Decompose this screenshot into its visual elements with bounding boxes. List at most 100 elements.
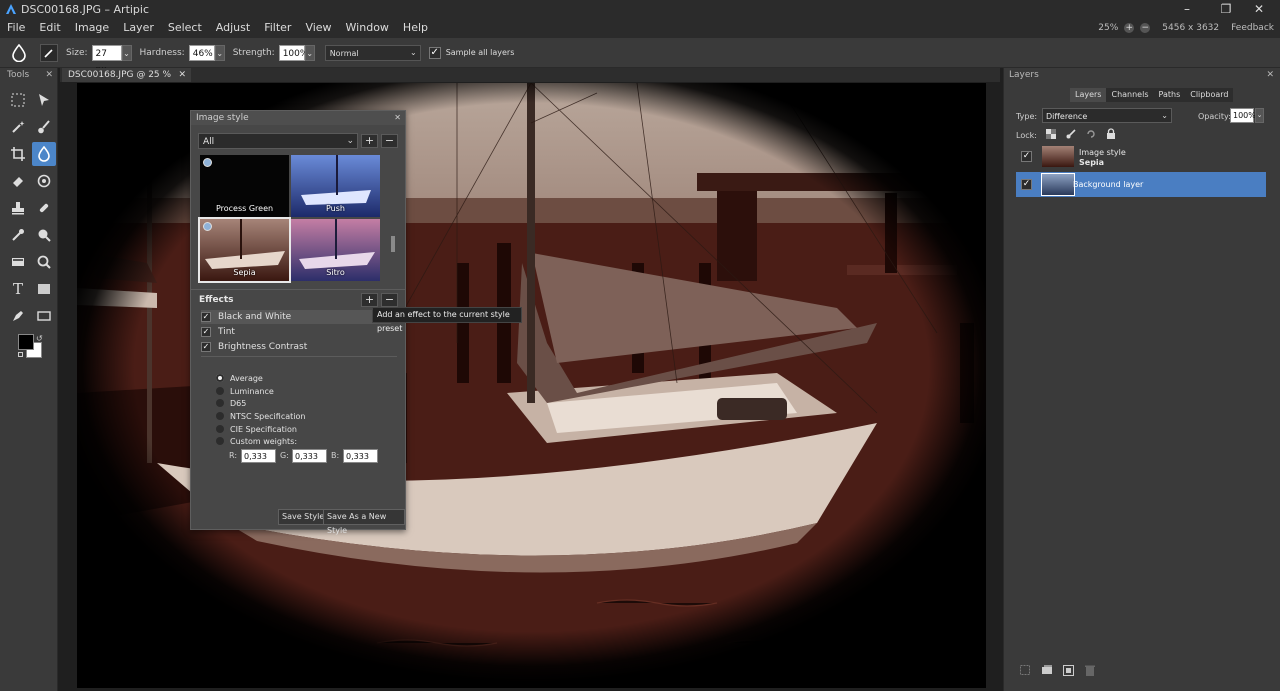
eraser-tool[interactable] <box>6 169 30 193</box>
shape-fill-tool[interactable] <box>32 277 56 301</box>
menu-file[interactable]: File <box>0 18 32 38</box>
add-style-button[interactable]: + <box>361 134 378 148</box>
radio-cie[interactable]: CIE Specification <box>216 423 297 435</box>
effect-checkbox[interactable]: ✓ <box>201 327 211 337</box>
effect-checkbox[interactable]: ✓ <box>201 342 211 352</box>
weight-b-input[interactable]: 0,333 <box>343 449 378 463</box>
minimize-button[interactable]: – <box>1172 0 1202 18</box>
radio-luminance[interactable]: Luminance <box>216 385 274 397</box>
marquee-select-tool[interactable] <box>6 88 30 112</box>
opacity-input[interactable]: 100% <box>1230 108 1256 123</box>
crop-tool[interactable] <box>6 142 30 166</box>
blur-tool[interactable] <box>32 142 56 166</box>
effect-tint[interactable]: ✓ Tint <box>201 325 391 339</box>
move-tool[interactable] <box>32 88 56 112</box>
panel-close-icon[interactable]: ✕ <box>394 111 401 125</box>
delete-layer-icon[interactable] <box>1083 663 1097 677</box>
size-input[interactable]: 27 px <box>91 44 122 75</box>
preset-push[interactable]: Push <box>291 155 380 217</box>
effect-label: Black and White <box>218 312 292 322</box>
preset-process-green[interactable]: Process Green <box>200 155 289 217</box>
layer-row-background[interactable]: ✓ Background layer <box>1016 172 1266 197</box>
sample-all-checkbox[interactable]: ✓ <box>428 46 441 59</box>
gradient-tool[interactable] <box>6 250 30 274</box>
effect-checkbox[interactable]: ✓ <box>201 312 211 322</box>
remove-effect-button[interactable]: − <box>381 293 398 307</box>
feedback-link[interactable]: Feedback <box>1231 23 1274 33</box>
document-tab[interactable]: DSC00168.JPG @ 25 % ✕ <box>62 68 192 82</box>
healing-tool[interactable] <box>32 196 56 220</box>
size-dropdown-icon[interactable]: ⌄ <box>121 44 132 61</box>
save-style-button[interactable]: Save Style <box>278 509 329 525</box>
tab-paths[interactable]: Paths <box>1154 88 1186 102</box>
menu-image[interactable]: Image <box>68 18 116 38</box>
menu-filter[interactable]: Filter <box>257 18 298 38</box>
magic-wand-tool[interactable] <box>6 115 30 139</box>
close-tab-icon[interactable]: ✕ <box>179 68 187 82</box>
blend-mode-select[interactable]: Normal ⌄ <box>324 44 421 61</box>
radio-custom-weights[interactable]: Custom weights: <box>216 435 297 447</box>
presets-scrollbar[interactable] <box>391 236 395 252</box>
new-layer-icon[interactable] <box>1040 663 1054 677</box>
close-button[interactable]: ✕ <box>1244 0 1274 18</box>
lock-all-icon[interactable] <box>1106 128 1116 142</box>
effect-black-and-white[interactable]: ✓ Black and White <box>201 310 391 324</box>
lock-pixels-icon[interactable] <box>1066 129 1076 142</box>
panel-close-icon[interactable]: ✕ <box>1266 68 1274 82</box>
tab-channels[interactable]: Channels <box>1106 88 1153 102</box>
panel-close-icon[interactable]: ✕ <box>45 68 53 82</box>
radio-label: Luminance <box>230 386 274 396</box>
radio-average[interactable]: Average <box>216 372 263 384</box>
strength-dropdown-icon[interactable]: ⌄ <box>304 44 315 61</box>
foreground-color-swatch[interactable] <box>18 334 34 350</box>
weight-b-label: B: <box>331 451 340 460</box>
opacity-dropdown-icon[interactable]: ⌄ <box>1255 108 1264 123</box>
brush-tool[interactable] <box>32 115 56 139</box>
category-select[interactable]: All ⌄ <box>198 133 358 149</box>
swap-colors-icon[interactable]: ↺ <box>36 334 43 343</box>
add-effect-button[interactable]: + <box>361 293 378 307</box>
remove-style-button[interactable]: − <box>381 134 398 148</box>
tab-clipboard[interactable]: Clipboard <box>1185 88 1233 102</box>
preset-sitro[interactable]: Sitro <box>291 219 380 281</box>
eyedropper-tool[interactable] <box>6 223 30 247</box>
layer-visibility-checkbox[interactable]: ✓ <box>1021 179 1032 190</box>
zoom-lens-tool[interactable] <box>32 223 56 247</box>
save-as-new-style-button[interactable]: Save As a New Style <box>323 509 405 535</box>
layer-mask-icon[interactable] <box>1061 663 1075 677</box>
radio-d65[interactable]: D65 <box>216 397 246 409</box>
lock-position-icon[interactable] <box>1086 129 1096 142</box>
reset-colors-icon[interactable] <box>18 352 23 357</box>
hardness-input[interactable]: 46% <box>188 44 215 61</box>
layer-row-image-style[interactable]: ✓ Image style Sepia <box>1016 144 1266 169</box>
zoom-out-button[interactable]: − <box>1140 23 1151 33</box>
tab-layers[interactable]: Layers <box>1070 88 1107 102</box>
weight-r-input[interactable]: 0,333 <box>241 449 276 463</box>
menu-layer[interactable]: Layer <box>116 18 161 38</box>
menu-view[interactable]: View <box>298 18 338 38</box>
menu-select[interactable]: Select <box>161 18 209 38</box>
weight-g-input[interactable]: 0,333 <box>292 449 327 463</box>
layer-type-select[interactable]: Difference ⌄ <box>1042 108 1172 123</box>
strength-input[interactable]: 100% <box>278 44 308 61</box>
pen-tool[interactable] <box>6 304 30 328</box>
menu-edit[interactable]: Edit <box>32 18 67 38</box>
menu-window[interactable]: Window <box>339 18 396 38</box>
zoom-in-button[interactable]: + <box>1124 23 1135 33</box>
hardness-dropdown-icon[interactable]: ⌄ <box>214 44 225 61</box>
lock-transparency-icon[interactable] <box>1046 129 1056 142</box>
brush-preset-icon[interactable] <box>40 43 58 62</box>
layer-visibility-checkbox[interactable]: ✓ <box>1021 151 1032 162</box>
menu-help[interactable]: Help <box>396 18 435 38</box>
maximize-button[interactable]: ❐ <box>1211 0 1241 18</box>
menu-adjust[interactable]: Adjust <box>209 18 257 38</box>
radio-ntsc[interactable]: NTSC Specification <box>216 410 305 422</box>
preset-sepia[interactable]: Sepia <box>198 217 291 283</box>
text-tool[interactable]: T <box>6 277 30 301</box>
effect-brightness-contrast[interactable]: ✓ Brightness Contrast <box>201 340 391 354</box>
clone-stamp-tool[interactable] <box>6 196 30 220</box>
new-group-icon[interactable] <box>1018 663 1032 677</box>
rectangle-tool[interactable] <box>32 304 56 328</box>
zoom-tool[interactable] <box>32 250 56 274</box>
fill-adjust-tool[interactable] <box>32 169 56 193</box>
